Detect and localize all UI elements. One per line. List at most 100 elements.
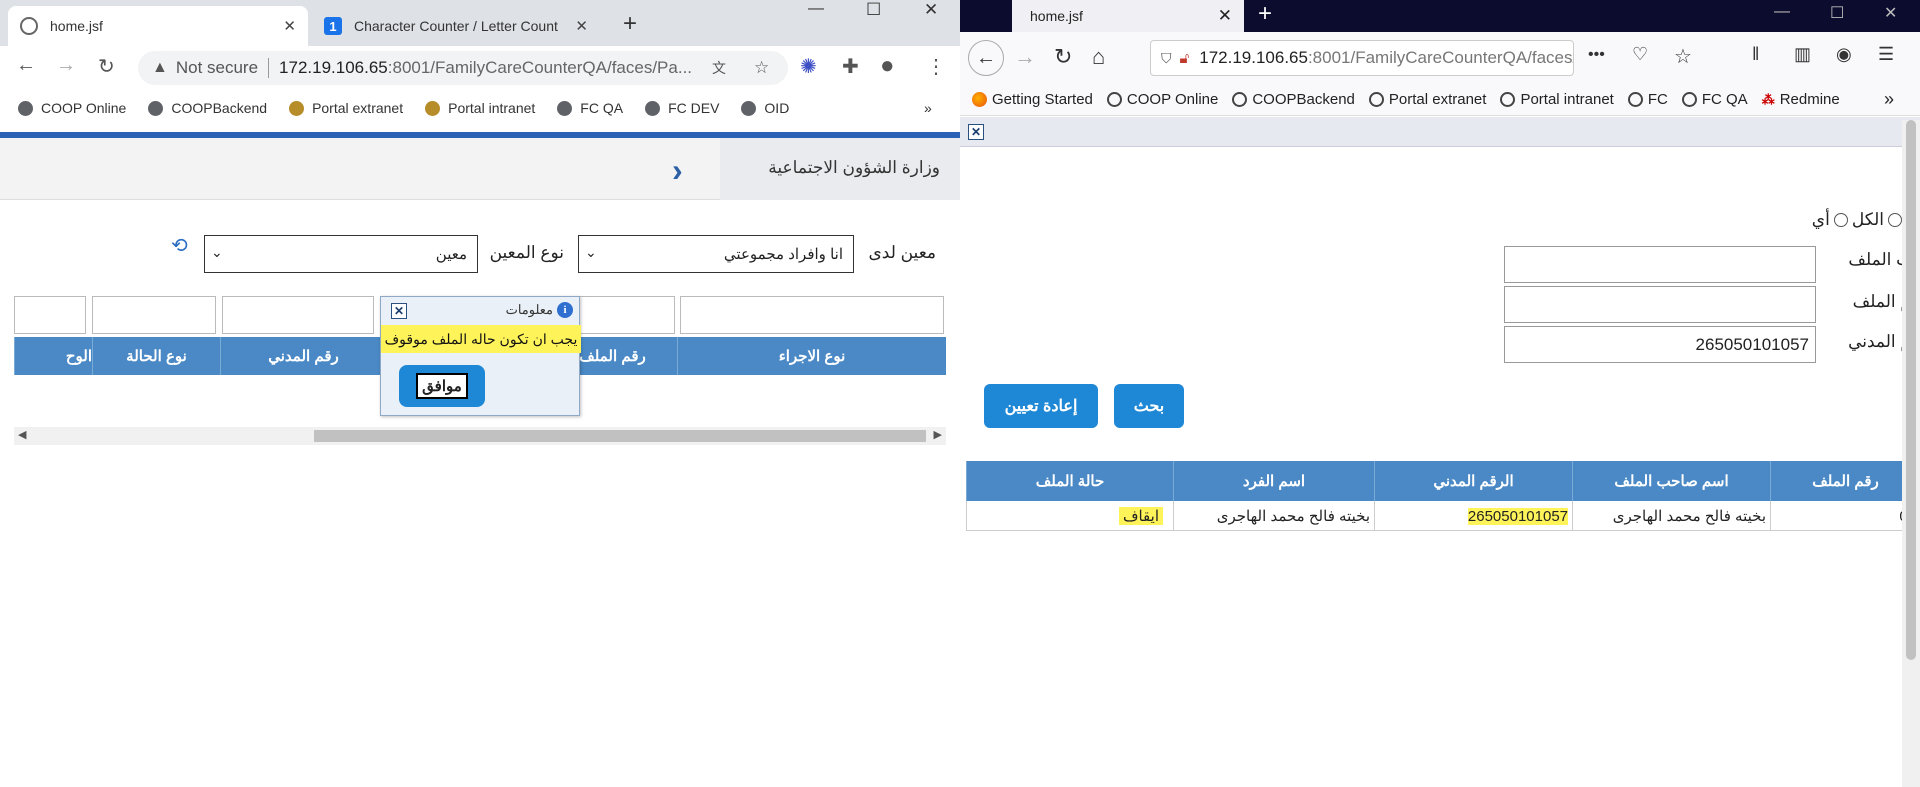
globe-icon [557,100,573,116]
maximize-icon[interactable]: ☐ [866,0,881,20]
filter-input[interactable] [222,296,374,334]
vertical-scrollbar[interactable] [1902,120,1920,787]
globe-icon [20,17,38,35]
globe-icon [1681,92,1697,107]
refresh-icon[interactable]: ⟲ [171,233,188,258]
info-icon: i [557,302,573,318]
column-header[interactable]: الوح [14,337,92,375]
pocket-icon[interactable]: ♡ [1632,44,1648,65]
ministry-title: وزارة الشؤون الاجتماعية [768,158,940,177]
bookmark-coopbackend[interactable]: COOPBackend [148,100,267,116]
scroll-left-icon[interactable]: ◀ [18,428,26,441]
bookmark-fc-qa[interactable]: FC QA [557,100,623,116]
close-tab-icon[interactable]: ✕ [575,17,588,35]
tab-home[interactable]: home.jsf ✕ [8,6,308,46]
close-icon[interactable]: ✕ [391,303,407,319]
library-icon[interactable]: ‖ [1752,44,1759,65]
scrollbar-thumb[interactable] [314,430,926,442]
scroll-right-icon[interactable]: ▶ [934,428,942,441]
home-icon[interactable]: ⌂ [1092,44,1105,70]
sidebar-icon[interactable]: ▥ [1794,44,1811,65]
bookmark-coopbackend[interactable]: COOPBackend [1232,91,1355,108]
bookmark-fc[interactable]: FC [1627,91,1668,108]
column-header[interactable]: رقم المدني [220,337,386,375]
bookmark-portal-extranet[interactable]: Portal extranet [1368,91,1486,108]
radio-any[interactable] [1833,213,1848,227]
filter-input[interactable] [680,296,944,334]
tab-character-counter[interactable]: 1 Character Counter / Letter Count ✕ [312,6,600,46]
assignee-type-select[interactable]: معين ⌄ [204,235,478,273]
tab-title: Character Counter / Letter Count [354,18,558,34]
bookmark-portal-extranet[interactable]: Portal extranet [289,100,403,116]
star-icon[interactable]: ☆ [1674,44,1692,69]
horizontal-scrollbar[interactable]: ◀ ▶ [14,427,946,445]
column-header[interactable]: نوع الحالة [92,337,220,375]
column-header[interactable]: اسم الفرد [1173,461,1374,501]
file-number-input[interactable] [1504,286,1816,323]
forward-icon[interactable]: → [56,54,76,77]
column-header[interactable]: اسم صاحب الملف [1572,461,1770,501]
radio-all[interactable] [1888,213,1902,227]
assigned-at-select[interactable]: انا وافراد مجموعتي ⌄ [578,235,854,273]
extension-icon[interactable]: ✺ [800,54,817,79]
cell-member-name: بخيته فالح محمد الهاجرى [1173,501,1374,531]
bookmark-oid[interactable]: OID [741,100,789,116]
owner-input[interactable] [1504,246,1816,283]
filter-input[interactable] [14,296,86,334]
reload-icon[interactable]: ↻ [1054,44,1072,70]
bookmark-getting-started[interactable]: Getting Started [972,91,1093,108]
scrollbar-thumb[interactable] [1906,120,1916,660]
bookmarks-overflow-icon[interactable]: » [924,100,932,116]
new-tab-button[interactable]: + [1258,0,1272,28]
column-header[interactable]: حالة الملف [966,461,1173,501]
bookmark-fc-qa[interactable]: FC QA [1681,91,1748,108]
globe-icon [1368,92,1384,107]
warning-icon: ▲ [152,59,168,76]
chevron-right-icon[interactable]: › [672,152,683,189]
tab-home[interactable]: home.jsf ✕ [1012,0,1244,32]
close-window-icon[interactable]: ✕ [1884,3,1897,23]
address-bar[interactable]: ⛉ 🔓︎ 172.19.106.65:8001/FamilyCareCounte… [1150,40,1574,76]
minimize-icon[interactable]: — [1774,3,1790,21]
puzzle-icon[interactable]: ✚ [842,54,859,79]
bookmark-coop-online[interactable]: COOP Online [1106,91,1218,108]
bookmark-redmine[interactable]: ⁂ Redmine [1762,91,1840,108]
menu-icon[interactable]: ☰ [1878,44,1894,65]
new-tab-button[interactable]: + [623,10,637,38]
panel-bar: ✕ [960,117,1920,147]
translate-icon[interactable]: 文 [712,58,726,78]
filter-input[interactable] [92,296,216,334]
bookmark-portal-intranet[interactable]: Portal intranet [1500,91,1614,108]
back-icon[interactable]: ← [968,40,1004,76]
civil-id-input[interactable]: 265050101057 [1504,326,1816,363]
close-tab-icon[interactable]: ✕ [283,17,296,35]
profile-icon[interactable]: ● [880,52,895,80]
maximize-icon[interactable]: ☐ [1830,3,1844,23]
menu-icon[interactable]: ⋮ [926,54,946,79]
search-button[interactable]: بحث [1114,384,1184,428]
dialog-title: i معلومات [506,302,573,318]
account-icon[interactable]: ◉ [1836,44,1852,65]
page-actions-icon[interactable]: ••• [1588,46,1605,64]
forward-icon[interactable]: → [1014,44,1036,70]
bookmarks-overflow-icon[interactable]: » [1884,89,1894,110]
close-tab-icon[interactable]: ✕ [1218,6,1232,26]
column-header[interactable]: الرقم المدني [1374,461,1572,501]
close-icon[interactable]: ✕ [968,124,984,140]
minimize-icon[interactable]: — [808,0,824,18]
close-window-icon[interactable]: ✕ [924,0,938,20]
assigned-at-value: انا وافراد مجموعتي [723,246,843,263]
address-bar[interactable]: ▲ Not secure 172.19.106.65:8001/FamilyCa… [138,51,788,85]
search-scope-radios: الكل أي [1812,210,1902,230]
table-row[interactable]: 07 بخيته فالح محمد الهاجرى 265050101057 … [966,501,1920,531]
column-header[interactable]: نوع الاجراء [677,337,946,375]
bookmark-coop-online[interactable]: COOP Online [18,100,126,116]
ok-button[interactable]: موافق [399,365,485,407]
reset-button[interactable]: إعادة تعيين [984,384,1098,428]
bookmark-fc-dev[interactable]: FC DEV [645,100,719,116]
bookmark-portal-intranet[interactable]: Portal intranet [425,100,535,116]
column-header[interactable]: رقم الملف [1770,461,1920,501]
star-icon[interactable]: ☆ [754,58,769,78]
reload-icon[interactable]: ↻ [98,54,115,79]
back-icon[interactable]: ← [16,54,36,77]
